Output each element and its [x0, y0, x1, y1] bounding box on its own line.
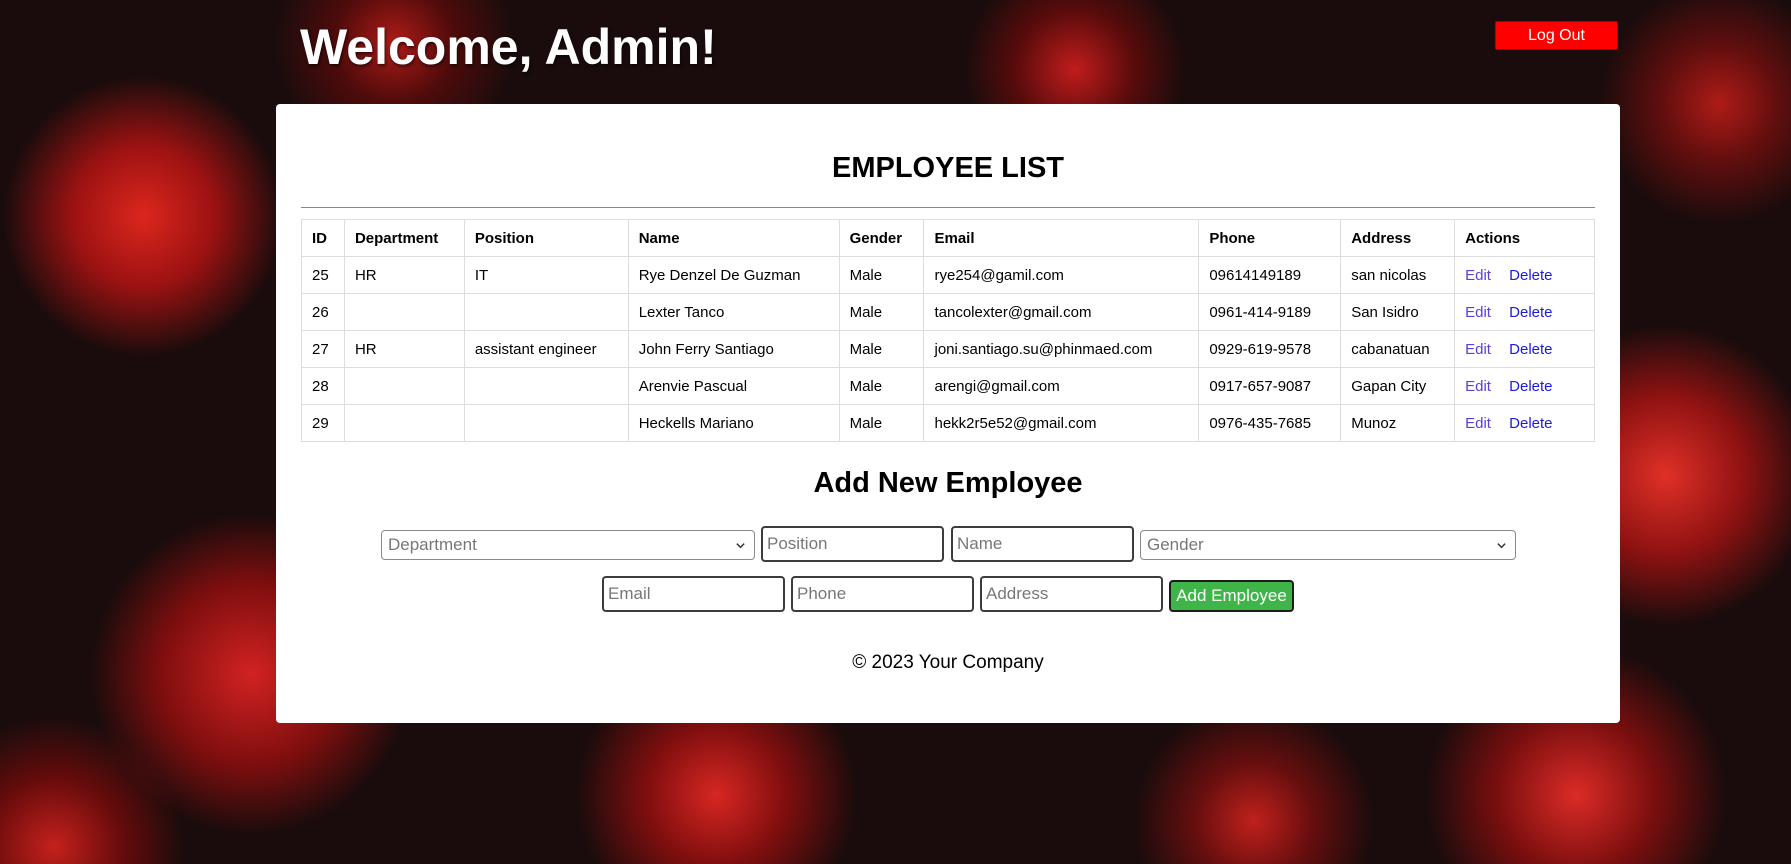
edit-link[interactable]: Edit — [1465, 304, 1491, 321]
cell-name: Heckells Mariano — [627, 404, 840, 442]
column-header-gender: Gender — [838, 219, 925, 257]
delete-link[interactable]: Delete — [1509, 341, 1552, 358]
delete-link[interactable]: Delete — [1509, 304, 1552, 321]
address-input[interactable] — [980, 576, 1163, 612]
table-row: 28 Arenvie Pascual Male arengi@gmail.com… — [301, 367, 1595, 405]
cell-phone: 0961-414-9189 — [1198, 293, 1342, 331]
cell-address: cabanatuan — [1340, 330, 1456, 368]
column-header-id: ID — [301, 219, 345, 257]
cell-address: Gapan City — [1340, 367, 1456, 405]
employee-list-title: EMPLOYEE LIST — [831, 152, 1065, 184]
cell-department: HR — [343, 330, 465, 368]
column-header-phone: Phone — [1198, 219, 1342, 257]
cell-phone: 0976-435-7685 — [1198, 404, 1342, 442]
chevron-down-icon — [736, 543, 745, 549]
employee-table: ID Department Position Name Gender Email… — [301, 219, 1595, 442]
table-row: 27 HR assistant engineer John Ferry Sant… — [301, 330, 1595, 368]
email-input[interactable] — [602, 576, 785, 612]
cell-id: 29 — [301, 404, 345, 442]
divider — [301, 207, 1595, 208]
footer-copyright: © 2023 Your Company — [852, 652, 1044, 673]
cell-gender: Male — [838, 256, 925, 294]
phone-input[interactable] — [791, 576, 974, 612]
cell-actions: Edit Delete — [1454, 293, 1595, 331]
gender-select[interactable]: Gender — [1140, 530, 1516, 560]
cell-gender: Male — [838, 367, 925, 405]
add-employee-button[interactable]: Add Employee — [1169, 580, 1294, 612]
main-card: EMPLOYEE LIST ID Department Position Nam… — [276, 104, 1620, 723]
column-header-email: Email — [923, 219, 1200, 257]
cell-phone: 0929-619-9578 — [1198, 330, 1342, 368]
cell-position — [463, 293, 629, 331]
delete-link[interactable]: Delete — [1509, 267, 1552, 284]
cell-actions: Edit Delete — [1454, 256, 1595, 294]
cell-email: rye254@gamil.com — [923, 256, 1200, 294]
cell-gender: Male — [838, 293, 925, 331]
cell-gender: Male — [838, 404, 925, 442]
cell-email: tancolexter@gmail.com — [923, 293, 1200, 331]
name-input[interactable] — [951, 526, 1134, 562]
cell-email: hekk2r5e52@gmail.com — [923, 404, 1200, 442]
cell-department — [343, 293, 465, 331]
department-select[interactable]: Department — [381, 530, 755, 560]
cell-id: 27 — [301, 330, 345, 368]
column-header-actions: Actions — [1454, 219, 1595, 257]
cell-address: San Isidro — [1340, 293, 1456, 331]
table-header-row: ID Department Position Name Gender Email… — [301, 219, 1595, 257]
cell-name: John Ferry Santiago — [627, 330, 840, 368]
cell-department — [343, 404, 465, 442]
cell-position — [463, 404, 629, 442]
edit-link[interactable]: Edit — [1465, 415, 1491, 432]
cell-position — [463, 367, 629, 405]
column-header-name: Name — [627, 219, 840, 257]
cell-address: san nicolas — [1340, 256, 1456, 294]
department-select-value: Department — [388, 535, 477, 554]
gender-select-value: Gender — [1147, 535, 1204, 554]
column-header-address: Address — [1340, 219, 1456, 257]
logout-button[interactable]: Log Out — [1495, 21, 1618, 50]
delete-link[interactable]: Delete — [1509, 378, 1552, 395]
table-row: 29 Heckells Mariano Male hekk2r5e52@gmai… — [301, 404, 1595, 442]
cell-phone: 0917-657-9087 — [1198, 367, 1342, 405]
cell-actions: Edit Delete — [1454, 404, 1595, 442]
cell-actions: Edit Delete — [1454, 367, 1595, 405]
delete-link[interactable]: Delete — [1509, 415, 1552, 432]
cell-email: joni.santiago.su@phinmaed.com — [923, 330, 1200, 368]
cell-address: Munoz — [1340, 404, 1456, 442]
cell-name: Lexter Tanco — [627, 293, 840, 331]
cell-name: Arenvie Pascual — [627, 367, 840, 405]
cell-department — [343, 367, 465, 405]
column-header-department: Department — [343, 219, 465, 257]
cell-id: 28 — [301, 367, 345, 405]
cell-position: assistant engineer — [463, 330, 629, 368]
table-row: 26 Lexter Tanco Male tancolexter@gmail.c… — [301, 293, 1595, 331]
add-employee-title: Add New Employee — [813, 467, 1083, 499]
edit-link[interactable]: Edit — [1465, 341, 1491, 358]
column-header-position: Position — [463, 219, 629, 257]
cell-department: HR — [343, 256, 465, 294]
cell-gender: Male — [838, 330, 925, 368]
page-title: Welcome, Admin! — [300, 19, 717, 75]
cell-position: IT — [463, 256, 629, 294]
cell-actions: Edit Delete — [1454, 330, 1595, 368]
table-row: 25 HR IT Rye Denzel De Guzman Male rye25… — [301, 256, 1595, 294]
position-input[interactable] — [761, 526, 944, 562]
cell-id: 25 — [301, 256, 345, 294]
edit-link[interactable]: Edit — [1465, 267, 1491, 284]
cell-id: 26 — [301, 293, 345, 331]
cell-phone: 09614149189 — [1198, 256, 1342, 294]
edit-link[interactable]: Edit — [1465, 378, 1491, 395]
chevron-down-icon — [1497, 543, 1506, 549]
cell-name: Rye Denzel De Guzman — [627, 256, 840, 294]
cell-email: arengi@gmail.com — [923, 367, 1200, 405]
